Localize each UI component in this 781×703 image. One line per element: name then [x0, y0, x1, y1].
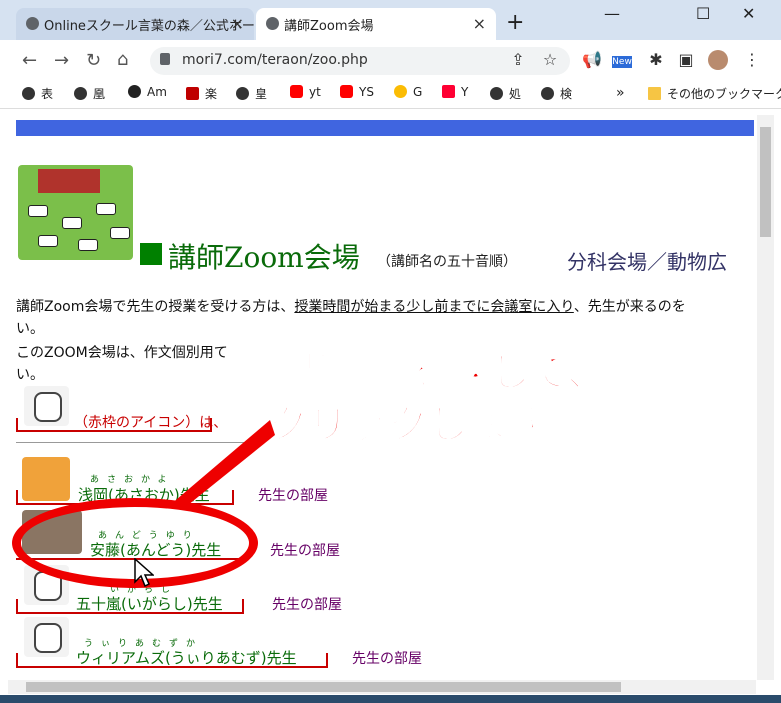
teacher-frame-edge [242, 599, 244, 613]
menu-icon[interactable]: ⋮ [742, 50, 762, 70]
globe-icon [26, 17, 39, 30]
tab-strip: Onlineスクール言葉の森／公式ホーム × 講師Zoom会場 × + — ☐ … [0, 0, 781, 40]
globe-icon [490, 87, 503, 100]
bookmark-item[interactable]: G [394, 85, 422, 99]
rakuten-icon [186, 87, 199, 100]
google-ads-icon [394, 85, 407, 98]
bookmark-item[interactable]: 検 [541, 85, 572, 102]
vertical-scrollbar[interactable] [757, 115, 774, 680]
home-icon[interactable]: ⌂ [117, 49, 128, 70]
intro-line-2: い。 [16, 321, 44, 337]
bookmark-item[interactable]: 処 [490, 85, 521, 102]
teacher-frame-edge [326, 653, 328, 667]
share-icon[interactable]: ⇪ [508, 50, 528, 70]
close-tab-icon[interactable]: × [473, 14, 486, 33]
cow-icon [24, 386, 69, 426]
teacher-frame-edge [16, 599, 18, 613]
bookmarks-overflow[interactable]: » [616, 85, 625, 101]
intro-line-3: このZOOM会場は、作文個別用て [16, 345, 228, 361]
star-icon[interactable]: ☆ [540, 50, 560, 70]
horizontal-scrollbar[interactable] [8, 680, 756, 694]
bookmark-item[interactable]: 楽 [186, 85, 217, 102]
globe-icon [236, 87, 249, 100]
sub-venue-link[interactable]: 分科会場／動物広 [567, 246, 727, 275]
cat-icon[interactable] [22, 457, 70, 501]
bookmark-item[interactable]: YS [340, 85, 374, 99]
amazon-icon [128, 85, 141, 98]
room-link-igarashi[interactable]: 先生の部屋 [272, 594, 342, 614]
url-text[interactable]: mori7.com/teraon/zoo.php [182, 52, 368, 68]
maximize-button[interactable]: ☐ [696, 4, 710, 23]
annotation-line-1: 担当講師を探して、 [249, 349, 608, 397]
page-title: 講師Zoom会場 [168, 241, 360, 274]
heading-bullet [140, 243, 162, 265]
globe-icon [22, 87, 35, 100]
taskbar [0, 695, 781, 703]
tab-title: 講師Zoom会場 [284, 18, 374, 34]
tab-zoom-venue[interactable]: 講師Zoom会場 × [256, 8, 496, 40]
barn-illustration [18, 165, 133, 260]
mouse-cursor-icon [134, 558, 154, 588]
sidebar-icon[interactable]: ▣ [676, 50, 696, 70]
teacher-name-igarashi[interactable]: 五十嵐(いがらし)先生 [76, 593, 223, 614]
other-bookmarks-folder[interactable]: その他のブックマーク [648, 85, 781, 102]
extensions-icon[interactable]: ✱ [646, 50, 666, 70]
megaphone-icon[interactable]: 📢 [582, 50, 602, 70]
youtube-icon [290, 85, 303, 98]
red-frame-edge [16, 418, 18, 432]
room-link-ando[interactable]: 先生の部屋 [270, 540, 340, 560]
bookmark-item[interactable]: Am [128, 85, 167, 99]
globe-icon [266, 17, 279, 30]
scrollbar-thumb[interactable] [26, 682, 621, 692]
teacher-name-williams[interactable]: ウィリアムズ(うぃりあむず)先生 [76, 647, 297, 668]
lock-icon[interactable] [160, 53, 170, 65]
new-tab-button[interactable]: + [506, 10, 524, 35]
cow-icon[interactable] [24, 617, 69, 657]
bookmark-item[interactable]: 凰 [74, 85, 105, 102]
scrollbar-thumb[interactable] [760, 127, 771, 237]
intro-emphasis: 授業時間が始まる少し前までに会議室に入り [294, 299, 574, 315]
globe-icon [541, 87, 554, 100]
close-tab-icon[interactable]: × [231, 14, 244, 33]
forward-icon[interactable]: → [54, 50, 69, 71]
intro-line-1: 講師Zoom会場で先生の授業を受ける方は、授業時間が始まる少し前までに会議室に入… [16, 299, 686, 315]
folder-icon [648, 87, 661, 100]
bookmark-item[interactable]: yt [290, 85, 321, 99]
profile-avatar[interactable] [708, 50, 728, 70]
new-badge-icon[interactable]: New [612, 56, 632, 68]
header-banner [16, 120, 754, 136]
tab-online-school[interactable]: Onlineスクール言葉の森／公式ホーム × [16, 8, 254, 40]
teacher-frame-edge [16, 653, 18, 667]
teacher-frame [16, 612, 244, 614]
yahoo-icon [442, 85, 455, 98]
close-window-button[interactable]: ✕ [742, 4, 755, 23]
bookmark-item[interactable]: 表 [22, 85, 53, 102]
bookmark-item[interactable]: 皇 [236, 85, 267, 102]
teacher-frame-edge [16, 490, 18, 504]
annotation-pointer [170, 420, 275, 505]
intro-line-4: い。 [16, 367, 44, 383]
annotation-line-2: クリックします。 [267, 401, 585, 449]
back-icon[interactable]: ← [22, 50, 37, 71]
room-link-williams[interactable]: 先生の部屋 [352, 648, 422, 668]
teacher-frame [16, 666, 328, 668]
tab-title: Onlineスクール言葉の森／公式ホーム [44, 18, 254, 34]
page-subtitle: （講師名の五十音順） [377, 254, 517, 270]
bookmark-item[interactable]: Y [442, 85, 468, 99]
youtube-icon [340, 85, 353, 98]
minimize-button[interactable]: — [604, 4, 620, 23]
reload-icon[interactable]: ↻ [86, 50, 101, 71]
globe-icon [74, 87, 87, 100]
